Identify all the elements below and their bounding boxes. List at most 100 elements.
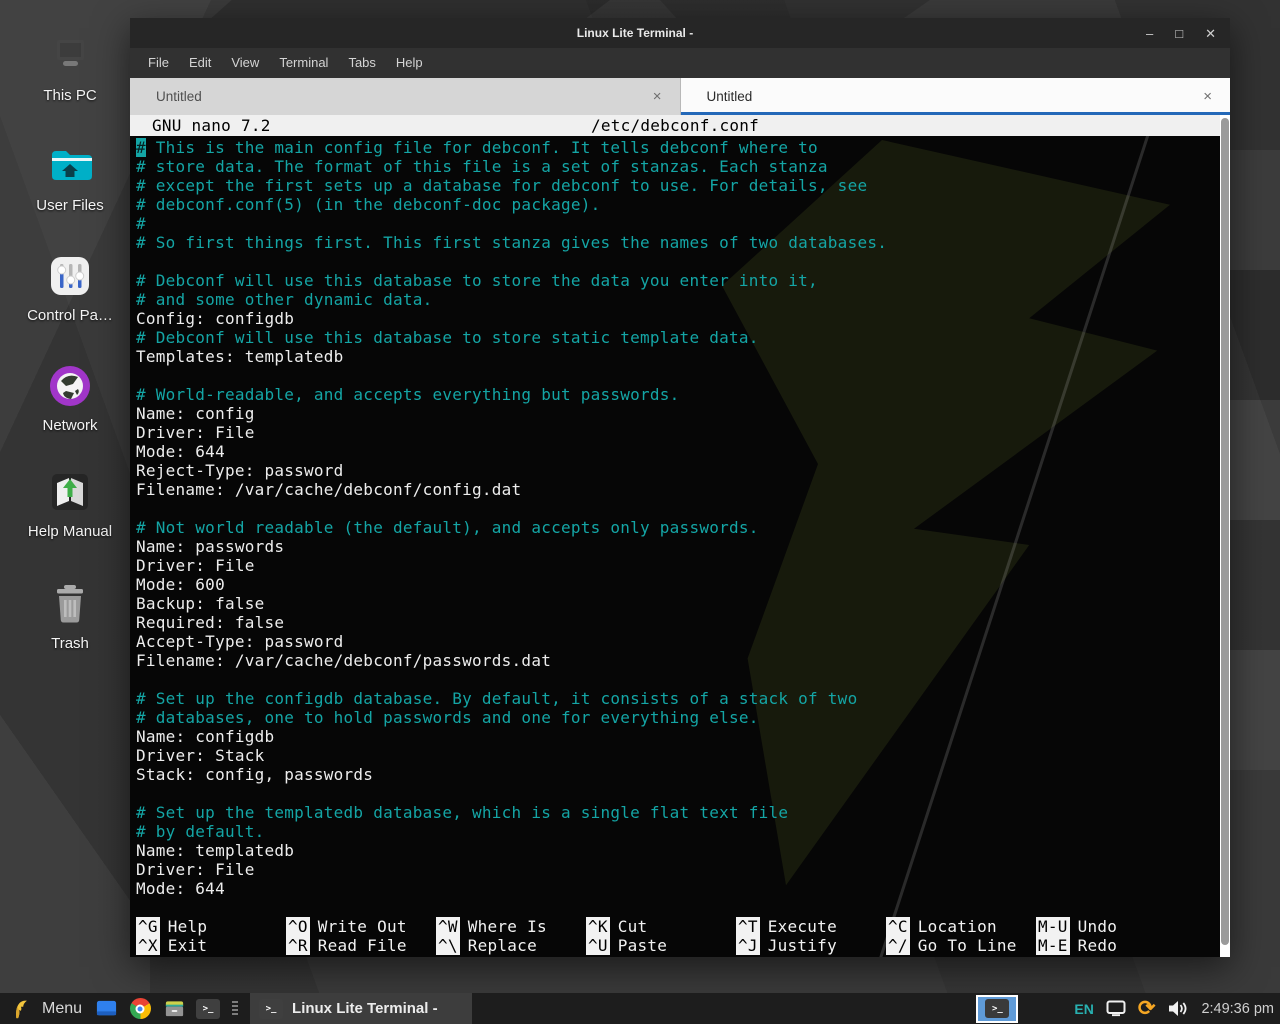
terminal-screen[interactable]: GNU nano 7.2 /etc/debconf.conf # This is… — [130, 115, 1230, 957]
editor-line: # Debconf will use this database to stor… — [136, 328, 1214, 347]
minimize-button[interactable]: – — [1146, 27, 1153, 40]
editor-line: Name: templatedb — [136, 841, 1214, 860]
file-manager-icon[interactable] — [162, 997, 186, 1021]
menu-item-view[interactable]: View — [221, 48, 269, 78]
tray-terminal-focused-icon[interactable]: >_ — [976, 995, 1018, 1023]
display-settings-tray-icon[interactable] — [1104, 997, 1128, 1021]
desktop-icon-label: Control Pa… — [6, 307, 134, 324]
editor-line: # Set up the configdb database. By defau… — [136, 689, 1214, 708]
shortcut-key: ^J — [736, 936, 760, 955]
menu-item-edit[interactable]: Edit — [179, 48, 221, 78]
tab-close-icon[interactable]: × — [653, 88, 662, 105]
editor-line: Driver: Stack — [136, 746, 1214, 765]
nano-shortcut-where-is[interactable]: ^WWhere Is — [436, 917, 586, 936]
desktop-icon-help-manual[interactable]: Help Manual — [6, 466, 134, 540]
shortcut-key: ^C — [886, 917, 910, 936]
nano-lines: # This is the main config file for debco… — [136, 138, 1214, 898]
editor-line: Mode: 644 — [136, 879, 1214, 898]
nano-shortcut-bar: ^GHelp^OWrite Out^WWhere Is^K Cut ^TExecut… — [136, 917, 1212, 955]
scrollbar-thumb[interactable] — [1221, 118, 1229, 945]
editor-line: Filename: /var/cache/debconf/passwords.d… — [136, 651, 1214, 670]
menu-item-tabs[interactable]: Tabs — [338, 48, 385, 78]
desktop-icon-label: Network — [6, 417, 134, 434]
menu-item-help[interactable]: Help — [386, 48, 433, 78]
shortcut-key: M-U — [1036, 917, 1070, 936]
shortcut-key: ^T — [736, 917, 760, 936]
shortcut-label: Cut — [618, 917, 648, 936]
editor-line: Name: passwords — [136, 537, 1214, 556]
desktop-icon-label: This PC — [6, 87, 134, 104]
desktop-display-icon[interactable] — [94, 997, 118, 1021]
text-cursor: # — [136, 138, 146, 157]
editor-line: # — [136, 214, 1214, 233]
keyboard-layout-indicator[interactable]: EN — [1074, 1001, 1093, 1017]
editor-line: Templates: templatedb — [136, 347, 1214, 366]
wallpaper-facet — [0, 620, 150, 1024]
this-pc-icon — [6, 30, 134, 82]
menu-item-file[interactable]: File — [138, 48, 179, 78]
nano-version: GNU nano 7.2 — [152, 115, 271, 136]
desktop-icon-this-pc[interactable]: This PC — [6, 30, 134, 104]
shortcut-label: Undo — [1078, 917, 1118, 936]
editor-line: Mode: 600 — [136, 575, 1214, 594]
shortcut-label: Justify — [768, 936, 837, 955]
tab-label: Untitled — [707, 89, 1204, 104]
chrome-browser-icon[interactable] — [128, 997, 152, 1021]
editor-line: # Not world readable (the default), and … — [136, 518, 1214, 537]
shortcut-key: ^K — [586, 917, 610, 936]
tab-untitled-1[interactable]: Untitled × — [130, 78, 681, 115]
menu-item-terminal[interactable]: Terminal — [269, 48, 338, 78]
maximize-button[interactable]: □ — [1175, 27, 1183, 40]
volume-tray-icon[interactable] — [1165, 997, 1189, 1021]
editor-line: # except the first sets up a database fo… — [136, 176, 1214, 195]
close-button[interactable]: ✕ — [1205, 27, 1216, 40]
nano-shortcut-paste[interactable]: ^UPaste — [586, 936, 736, 955]
terminal-launcher-icon[interactable]: >_ — [196, 999, 220, 1019]
desktop-icon-network[interactable]: Network — [6, 360, 134, 434]
task-button-terminal[interactable]: >_ Linux Lite Terminal - — [250, 993, 472, 1024]
desktop-icon-label: User Files — [6, 197, 134, 214]
desktop-icon-label: Help Manual — [6, 523, 134, 540]
nano-shortcut-undo[interactable]: M-U Undo — [1036, 917, 1186, 936]
shortcut-key: ^\ — [436, 936, 460, 955]
nano-shortcut-replace[interactable]: ^\Replace — [436, 936, 586, 955]
linux-lite-logo-icon[interactable] — [8, 997, 32, 1021]
nano-shortcut-exit[interactable]: ^XExit — [136, 936, 286, 955]
editor-line: # debconf.conf(5) (in the debconf-doc pa… — [136, 195, 1214, 214]
nano-shortcut-cut[interactable]: ^K Cut — [586, 917, 736, 936]
tasklist-handle[interactable] — [232, 1001, 238, 1017]
nano-shortcut-redo[interactable]: M-ERedo — [1036, 936, 1186, 955]
nano-shortcut-go-to-line[interactable]: ^/Go To Line — [886, 936, 1036, 955]
nano-shortcut-write-out[interactable]: ^OWrite Out — [286, 917, 436, 936]
terminal-scrollbar[interactable] — [1220, 115, 1230, 957]
editor-line — [136, 670, 1214, 689]
window-titlebar[interactable]: Linux Lite Terminal - – □ ✕ — [130, 18, 1230, 48]
terminal-icon: >_ — [985, 999, 1009, 1018]
shortcut-label: Exit — [168, 936, 208, 955]
nano-shortcut-location[interactable]: ^CLocation — [886, 917, 1036, 936]
desktop-icon-user-files[interactable]: User Files — [6, 140, 134, 214]
editor-line: Driver: File — [136, 423, 1214, 442]
tab-untitled-2[interactable]: Untitled × — [681, 78, 1231, 115]
tab-close-icon[interactable]: × — [1203, 88, 1212, 105]
desktop-icon-control-panel[interactable]: Control Pa… — [6, 250, 134, 324]
tab-bar: Untitled × Untitled × — [130, 78, 1230, 115]
shortcut-label: Where Is — [468, 917, 547, 936]
desktop-icon-trash[interactable]: Trash — [6, 578, 134, 652]
editor-line: # Set up the templatedb database, which … — [136, 803, 1214, 822]
nano-shortcut-read-file[interactable]: ^RRead File — [286, 936, 436, 955]
editor-line: # by default. — [136, 822, 1214, 841]
desktop-icon-label: Trash — [6, 635, 134, 652]
shortcut-key: ^O — [286, 917, 310, 936]
nano-shortcut-help[interactable]: ^GHelp — [136, 917, 286, 936]
taskbar: Menu >_ >_ Linux Lite Terminal - > — [0, 993, 1280, 1024]
nano-shortcut-execute[interactable]: ^TExecute — [736, 917, 886, 936]
clock[interactable]: 2:49:36 pm — [1201, 1001, 1274, 1017]
menu-button[interactable]: Menu — [42, 1000, 82, 1018]
terminal-icon: >_ — [259, 999, 283, 1019]
editor-line: Name: config — [136, 404, 1214, 423]
shortcut-key: ^G — [136, 917, 160, 936]
nano-shortcut-justify[interactable]: ^J Justify — [736, 936, 886, 955]
editor-line: # and some other dynamic data. — [136, 290, 1214, 309]
updates-tray-icon[interactable]: ⟳ — [1138, 998, 1156, 1019]
